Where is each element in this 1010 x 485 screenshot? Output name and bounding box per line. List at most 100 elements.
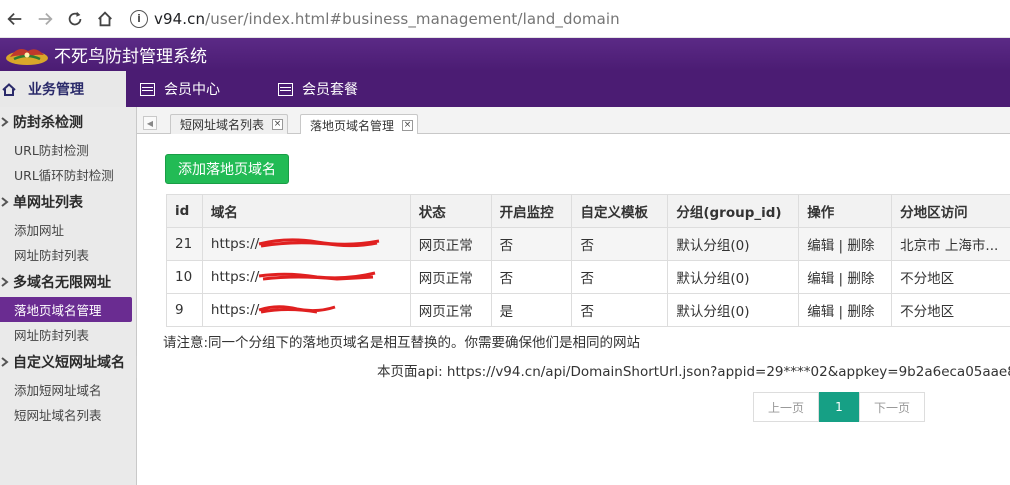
chevron-right-icon — [0, 197, 11, 207]
table-row: 21 https:// 网页正常 否 否 默认分组(0) 编辑 | 删除 北京市… — [166, 227, 1010, 261]
add-land-domain-button[interactable]: 添加落地页域名 — [165, 154, 289, 184]
cell-status: 网页正常 — [409, 293, 492, 327]
cell-group: 默认分组(0) — [667, 227, 800, 261]
url-host: v94.cn — [154, 9, 206, 28]
nav-member-center[interactable]: 会员中心 — [140, 71, 220, 107]
tab-bar: ◀ 短网址域名列表 × 落地页域名管理 × — [137, 107, 1010, 135]
sidebar-item-add-short-domain[interactable]: 添加短网址域名 — [0, 377, 136, 402]
sidebar-item-url-list[interactable]: 网址防封列表 — [0, 242, 136, 267]
cell-region: 北京市 上海市... — [891, 227, 1010, 261]
sidebar: 防封杀检测 URL防封检测 URL循环防封检测 单网址列表 添加网址 网址防封列… — [0, 107, 137, 485]
nav-member-plans[interactable]: 会员套餐 — [278, 71, 358, 107]
cell-template: 否 — [571, 293, 669, 327]
main-content: 添加落地页域名 id 域名 状态 开启监控 自定义模板 分组(group_id)… — [137, 134, 1010, 485]
top-navigation: 业务管理 会员中心 会员套餐 — [0, 71, 1010, 107]
sidebar-group-label: 多域名无限网址 — [13, 275, 111, 291]
cell-actions[interactable]: 编辑 | 删除 — [798, 260, 893, 294]
tab-short-domain-list[interactable]: 短网址域名列表 × — [170, 114, 289, 134]
cell-actions[interactable]: 编辑 | 删除 — [798, 293, 893, 327]
sidebar-group-label: 单网址列表 — [13, 195, 83, 211]
cell-monitor: 否 — [490, 260, 573, 294]
close-icon[interactable]: × — [402, 119, 414, 131]
column-header: 分地区访问 — [891, 194, 1010, 228]
list-icon — [278, 82, 293, 96]
sidebar-group-label: 防封杀检测 — [13, 115, 83, 131]
column-header: 分组(group_id) — [667, 194, 800, 228]
column-header: 自定义模板 — [571, 194, 669, 228]
domain-text: https:// — [210, 302, 260, 318]
url-path: /user/index.html#business_management/lan… — [205, 9, 620, 28]
chevron-right-icon — [0, 357, 11, 367]
close-icon[interactable]: × — [272, 119, 284, 130]
nav-business-management-label: 业务管理 — [28, 82, 84, 98]
sidebar-item-add-url[interactable]: 添加网址 — [0, 217, 136, 242]
list-icon — [140, 82, 155, 96]
home-icon — [98, 10, 112, 26]
cell-template: 否 — [571, 227, 669, 261]
app-header: 不死鸟防封管理系统 — [0, 38, 1010, 71]
arrow-left-icon — [7, 12, 22, 25]
reload-icon — [68, 11, 82, 25]
column-header: 操作 — [798, 194, 893, 228]
address-bar[interactable]: v94.cn/user/index.html#business_manageme… — [154, 10, 620, 28]
column-header: 开启监控 — [490, 194, 573, 228]
redaction-scribble — [257, 270, 382, 284]
cell-region: 不分地区 — [891, 293, 1010, 327]
home-icon — [2, 82, 18, 96]
table-row: 10 https:// 网页正常 否 否 默认分组(0) 编辑 | 删除 不分地… — [166, 260, 1010, 294]
tab-scroll-left-icon[interactable]: ◀ — [143, 116, 157, 130]
cell-region: 不分地区 — [891, 260, 1010, 294]
column-header: id — [166, 194, 203, 228]
cell-domain: https:// — [201, 293, 411, 327]
sidebar-group-anti-block-check[interactable]: 防封杀检测 — [0, 107, 136, 137]
column-header: 域名 — [201, 194, 411, 228]
column-header: 状态 — [409, 194, 492, 228]
cell-monitor: 是 — [490, 293, 573, 327]
redaction-scribble — [257, 303, 337, 317]
sidebar-item-url-loop-check[interactable]: URL循环防封检测 — [0, 162, 136, 187]
cell-domain: https:// — [201, 227, 411, 261]
cell-actions[interactable]: 编辑 | 删除 — [798, 227, 893, 261]
cell-group: 默认分组(0) — [667, 293, 800, 327]
home-button[interactable] — [90, 4, 120, 34]
sidebar-item-url-list-2[interactable]: 网址防封列表 — [0, 322, 136, 347]
sidebar-item-url-check[interactable]: URL防封检测 — [0, 137, 136, 162]
domain-table: id 域名 状态 开启监控 自定义模板 分组(group_id) 操作 分地区访… — [166, 194, 1010, 327]
cell-domain: https:// — [201, 260, 411, 294]
page-1-button[interactable]: 1 — [819, 392, 859, 422]
cell-id: 21 — [166, 227, 203, 261]
domain-text: https:// — [210, 269, 260, 285]
chevron-right-icon — [0, 117, 11, 127]
cell-group: 默认分组(0) — [667, 260, 800, 294]
cell-monitor: 否 — [490, 227, 573, 261]
redaction-scribble — [257, 237, 382, 251]
sidebar-group-multi-domain[interactable]: 多域名无限网址 — [0, 267, 136, 297]
api-info: 本页面api: https://v94.cn/api/DomainShortUr… — [377, 364, 1010, 380]
table-header-row: id 域名 状态 开启监控 自定义模板 分组(group_id) 操作 分地区访… — [166, 194, 1010, 228]
group-notice: 请注意:同一个分组下的落地页域名是相互替换的。你需要确保他们是相同的网站 — [163, 335, 641, 351]
sidebar-item-land-domain[interactable]: 落地页域名管理 — [0, 297, 132, 322]
forward-button[interactable] — [30, 4, 60, 34]
table-row: 9 https:// 网页正常 是 否 默认分组(0) 编辑 | 删除 不分地区 — [166, 293, 1010, 327]
chevron-right-icon — [0, 277, 11, 287]
nav-business-management[interactable]: 业务管理 — [0, 71, 126, 107]
cell-id: 10 — [166, 260, 203, 294]
sidebar-item-short-domain-list[interactable]: 短网址域名列表 — [0, 402, 136, 427]
tab-land-domain[interactable]: 落地页域名管理 × — [300, 114, 419, 135]
domain-text: https:// — [210, 236, 260, 252]
arrow-right-icon — [38, 12, 53, 25]
reload-button[interactable] — [60, 4, 90, 34]
nav-member-plans-label: 会员套餐 — [302, 82, 358, 98]
back-button[interactable] — [0, 4, 30, 34]
pagination: 上一页 1 下一页 — [753, 392, 925, 422]
nav-member-center-label: 会员中心 — [164, 82, 220, 98]
sidebar-group-custom-short-domain[interactable]: 自定义短网址域名 — [0, 347, 136, 377]
cell-id: 9 — [166, 293, 203, 327]
sidebar-group-single-url-list[interactable]: 单网址列表 — [0, 187, 136, 217]
next-page-button[interactable]: 下一页 — [859, 392, 925, 422]
cell-status: 网页正常 — [409, 227, 492, 261]
prev-page-button[interactable]: 上一页 — [753, 392, 819, 422]
cell-status: 网页正常 — [409, 260, 492, 294]
info-icon[interactable]: i — [130, 9, 148, 28]
cell-template: 否 — [571, 260, 669, 294]
